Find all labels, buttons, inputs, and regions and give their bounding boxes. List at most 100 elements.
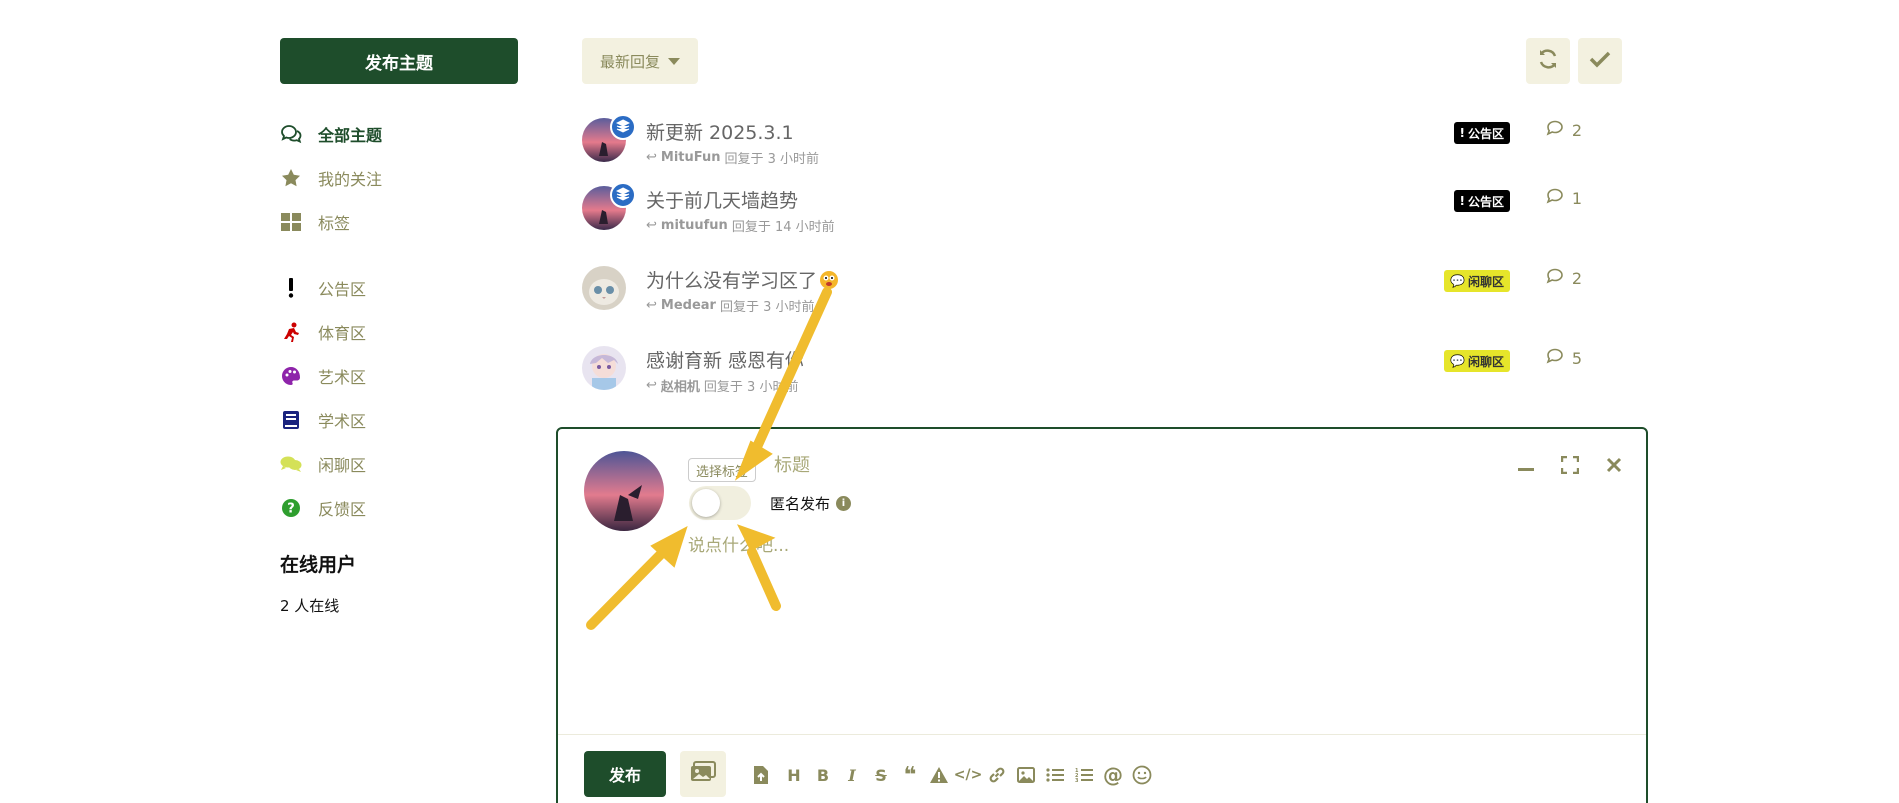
discussion-user[interactable]: Medear [661,298,716,313]
discussion-title[interactable]: 感谢育新 感恩有你 [646,346,804,373]
sidebar-item-announcements[interactable]: 公告区 [280,266,520,310]
anonymous-label: 匿名发布 i [770,493,852,514]
sidebar: 发布主题 全部主题 我的关注 标签 公告区 体育区 艺术区 学术区 闲聊区 ? … [280,38,520,616]
book-icon [280,409,302,431]
sidebar-item-feedback[interactable]: ? 反馈区 [280,486,520,530]
comment-icon [1546,268,1564,288]
link-icon[interactable] [984,762,1010,788]
chat-icon [280,453,302,475]
discussion-row[interactable]: 感谢育新 感恩有你 ↩ 赵相机 回复于 3 小时前 💬 闲聊区 5 [582,346,1622,416]
sidebar-item-all-discussions[interactable]: 全部主题 [280,112,520,156]
upload-icon[interactable] [748,762,774,788]
exclamation-icon [280,277,302,299]
svg-text:3: 3 [1075,778,1079,783]
sidebar-item-sports[interactable]: 体育区 [280,310,520,354]
close-icon [1606,457,1622,477]
star-icon [280,167,302,189]
italic-icon[interactable]: I [839,762,865,788]
bold-icon[interactable]: B [810,762,836,788]
sidebar-nav: 全部主题 我的关注 标签 公告区 体育区 艺术区 学术区 闲聊区 ? 反馈区 [280,112,520,530]
discussion-row[interactable]: 为什么没有学习区了 ↩ Medear 回复于 3 小时前 💬 闲聊区 2 [582,266,1622,336]
exclamation-icon: ! [1459,194,1465,208]
sidebar-item-label: 全部主题 [318,126,383,145]
reply-icon: ↩ [646,150,657,165]
composer-avatar [584,451,664,531]
strikethrough-icon[interactable]: S [868,762,894,788]
info-icon[interactable]: i [836,496,852,511]
bullet-list-icon[interactable] [1042,762,1068,788]
reply-count[interactable]: 5 [1546,348,1582,368]
preview-button[interactable] [680,751,726,797]
sort-dropdown[interactable]: 最新回复 [582,38,698,84]
discussion-meta: ↩ Medear 回复于 3 小时前 [646,296,815,315]
layers-icon [615,118,631,137]
refresh-icon [1537,48,1559,74]
discussion-time: 回复于 3 小时前 [703,380,799,395]
code-icon[interactable]: </> [954,762,983,788]
composer: 选择标签 匿名发布 i 发布 H B I S ❝ </> [556,427,1648,803]
discussion-row[interactable]: 新更新 2025.3.1 ↩ MituFun 回复于 3 小时前 ! 公告区 2 [582,114,1622,188]
tag-select-button[interactable]: 选择标签 [688,458,757,482]
sidebar-item-tags[interactable]: 标签 [280,200,520,244]
sidebar-item-following[interactable]: 我的关注 [280,156,520,200]
toggle-knob [692,489,720,517]
tag-badge[interactable]: ! 公告区 [1453,190,1510,212]
close-button[interactable] [1600,453,1628,481]
layers-icon [615,186,631,205]
palette-icon [280,365,302,387]
quote-icon[interactable]: ❝ [897,762,923,788]
tag-badge[interactable]: 💬 闲聊区 [1444,270,1510,292]
discussion-title[interactable]: 关于前几天墙趋势 [646,186,798,213]
running-icon [280,321,302,343]
mark-all-read-button[interactable] [1578,38,1622,84]
heading-icon[interactable]: H [781,762,807,788]
discussion-user[interactable]: mituufun [661,218,728,233]
discussion-time: 回复于 14 小时前 [731,220,835,235]
tag-badge[interactable]: ! 公告区 [1453,122,1510,144]
body-textarea[interactable] [688,531,1588,651]
discussion-meta: ↩ mituufun 回复于 14 小时前 [646,216,835,235]
caret-down-icon [668,57,680,65]
start-discussion-button[interactable]: 发布主题 [280,38,518,84]
reply-count[interactable]: 2 [1546,268,1582,288]
discussion-row[interactable]: 关于前几天墙趋势 ↩ mituufun 回复于 14 小时前 ! 公告区 1 [582,182,1622,256]
publish-button[interactable]: 发布 [584,751,666,797]
fullscreen-button[interactable] [1556,453,1584,481]
warning-icon[interactable] [926,762,952,788]
refresh-button[interactable] [1526,38,1570,84]
discussion-title[interactable]: 新更新 2025.3.1 [646,118,794,145]
pinned-badge [610,182,636,208]
reply-icon: ↩ [646,218,657,233]
comment-icon [1546,348,1564,368]
sidebar-item-label: 我的关注 [318,170,383,189]
discussion-title[interactable]: 为什么没有学习区了 [646,266,839,293]
title-input[interactable] [774,455,1174,476]
mention-icon[interactable]: @ [1100,762,1126,788]
discussion-time: 回复于 3 小时前 [724,152,820,167]
preview-image-icon [690,761,716,787]
sidebar-item-art[interactable]: 艺术区 [280,354,520,398]
question-icon: ? [280,497,302,519]
comments-icon [280,123,302,145]
avatar[interactable] [582,346,626,390]
discussion-user[interactable]: MituFun [661,150,721,165]
grid-icon [280,211,302,233]
page: 发布主题 全部主题 我的关注 标签 公告区 体育区 艺术区 学术区 闲聊区 ? … [0,0,1899,803]
pinned-badge [610,114,636,140]
sidebar-item-chat[interactable]: 闲聊区 [280,442,520,486]
anonymous-toggle[interactable] [689,486,751,520]
avatar[interactable] [582,266,626,310]
tag-badge[interactable]: 💬 闲聊区 [1444,350,1510,372]
reply-icon: ↩ [646,298,657,313]
discussion-user[interactable]: 赵相机 [661,376,700,395]
reply-count[interactable]: 1 [1546,188,1582,208]
minimize-icon [1517,456,1535,478]
reply-count[interactable]: 2 [1546,120,1582,140]
minimize-button[interactable] [1512,453,1540,481]
sidebar-item-label: 学术区 [318,412,367,431]
sidebar-item-academic[interactable]: 学术区 [280,398,520,442]
image-icon[interactable] [1013,762,1039,788]
check-icon [1589,50,1611,72]
emoji-icon[interactable] [1129,762,1155,788]
numbered-list-icon[interactable]: 123 [1071,762,1097,788]
